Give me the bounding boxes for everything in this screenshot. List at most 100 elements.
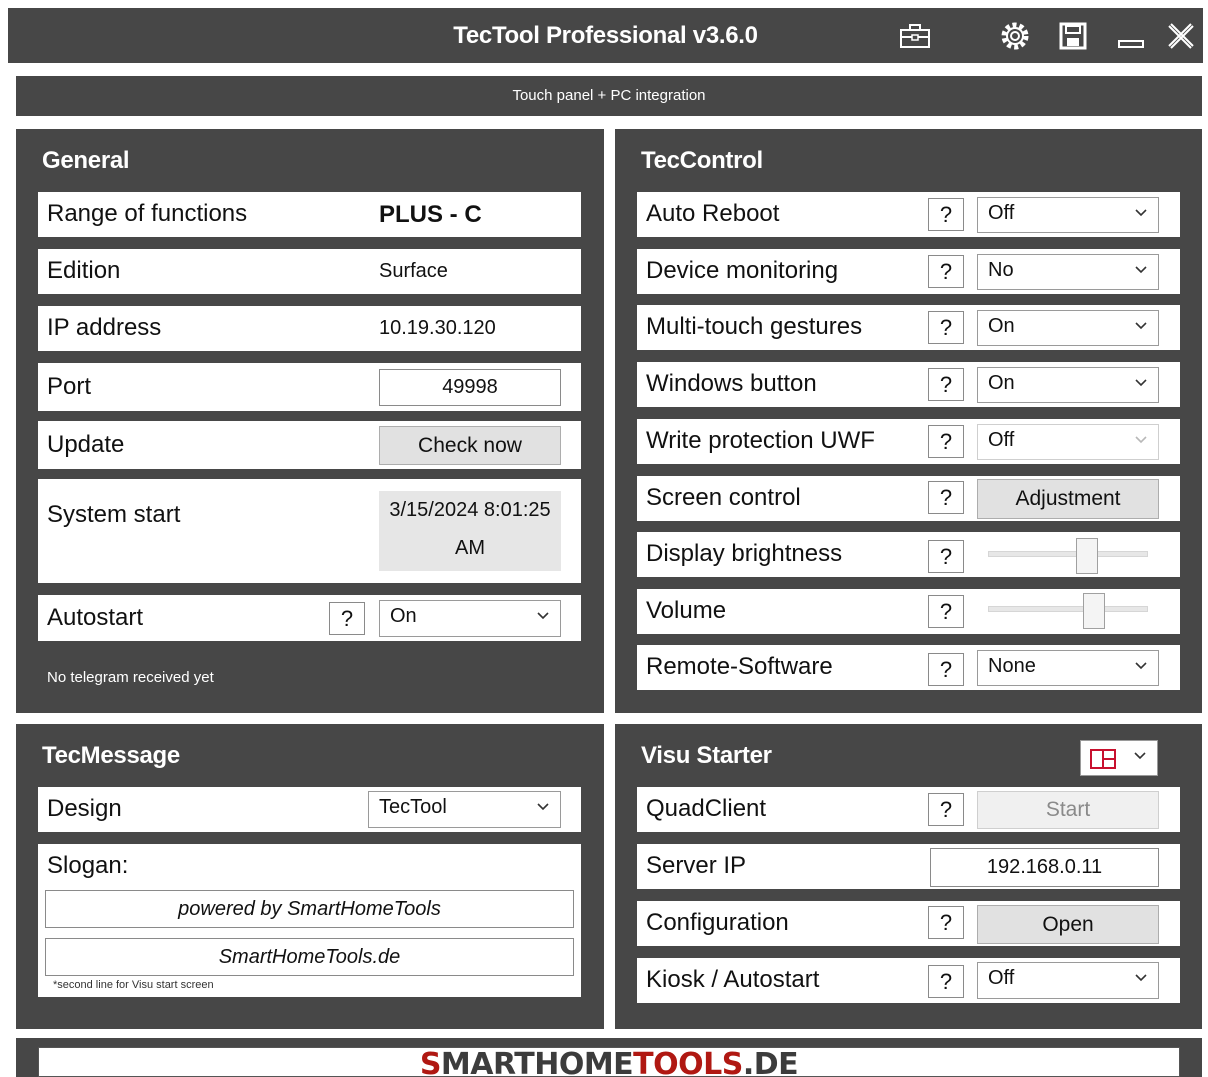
auto-reboot-help-button[interactable]: ? [928, 198, 964, 231]
system-start-ampm: AM [455, 537, 485, 559]
configuration-open-button[interactable]: Open [977, 905, 1159, 944]
configuration-help-button[interactable]: ? [928, 906, 964, 939]
autostart-help-button[interactable]: ? [329, 602, 365, 635]
edition-label: Edition [47, 257, 121, 284]
display-brightness-help-button[interactable]: ? [928, 540, 964, 573]
auto-reboot-value: Off [988, 202, 1015, 224]
volume-slider[interactable] [988, 589, 1148, 629]
port-row: Port 49998 [38, 363, 581, 411]
write-protection-row: Write protection UWF ? Off [637, 419, 1180, 464]
chevron-down-icon [1135, 266, 1147, 274]
volume-help-button[interactable]: ? [928, 595, 964, 628]
device-monitoring-select[interactable]: No [977, 254, 1159, 290]
screen-control-row: Screen control ? Adjustment [637, 476, 1180, 521]
smarthometools-logo[interactable]: SMARTHOMETOOLS.DE [420, 1050, 799, 1077]
slider-thumb[interactable] [1082, 593, 1105, 629]
range-label: Range of functions [47, 200, 248, 227]
brightness-slider[interactable] [988, 534, 1148, 574]
server-ip-label: Server IP [646, 852, 747, 879]
multi-touch-select[interactable]: On [977, 310, 1159, 346]
design-label: Design [47, 795, 122, 822]
edition-value: Surface [379, 260, 448, 282]
kiosk-value: Off [988, 967, 1015, 989]
auto-reboot-select[interactable]: Off [977, 197, 1159, 233]
quadclient-help-button[interactable]: ? [928, 793, 964, 826]
device-monitoring-label: Device monitoring [646, 257, 839, 284]
autostart-select[interactable]: On [379, 600, 561, 637]
remote-software-row: Remote-Software ? None [637, 645, 1180, 690]
chevron-down-icon [537, 803, 549, 811]
screen-control-help-button[interactable]: ? [928, 481, 964, 514]
display-brightness-label: Display brightness [646, 540, 843, 567]
port-label: Port [47, 373, 92, 400]
check-now-button[interactable]: Check now [379, 426, 561, 465]
range-of-functions-row: Range of functions PLUS - C [38, 192, 581, 237]
edition-row: Edition Surface [38, 249, 581, 294]
visu-starter-title: Visu Starter [641, 742, 772, 769]
footer-logo-box: SMARTHOMETOOLS.DE [38, 1047, 1180, 1077]
design-select[interactable]: TecTool [368, 791, 561, 828]
write-protection-select[interactable]: Off [977, 424, 1159, 460]
teccontrol-title: TecControl [641, 147, 763, 174]
screen-control-label: Screen control [646, 484, 801, 511]
slider-thumb[interactable] [1076, 538, 1099, 574]
autostart-label: Autostart [47, 604, 144, 631]
slogan-line2-input[interactable]: SmartHomeTools.de [45, 938, 574, 976]
remote-software-select[interactable]: None [977, 650, 1159, 686]
kiosk-select[interactable]: Off [977, 962, 1159, 999]
kiosk-help-button[interactable]: ? [928, 965, 964, 998]
chevron-down-icon [1135, 436, 1147, 444]
slogan-section: Slogan: powered by SmartHomeTools SmartH… [38, 844, 581, 997]
autostart-row: Autostart ? On [38, 595, 581, 641]
subtitle-bar: Touch panel + PC integration [16, 76, 1202, 116]
auto-reboot-label: Auto Reboot [646, 200, 780, 227]
quadclient-start-button[interactable]: Start [977, 791, 1159, 829]
general-panel: General Range of functions PLUS - C Edit… [16, 129, 604, 713]
volume-label: Volume [646, 597, 727, 624]
toolbox-icon[interactable] [898, 20, 932, 52]
slogan-line1-input[interactable]: powered by SmartHomeTools [45, 890, 574, 928]
multi-touch-row: Multi-touch gestures ? On [637, 305, 1180, 350]
update-row: Update Check now [38, 421, 581, 469]
remote-software-help-button[interactable]: ? [928, 653, 964, 686]
remote-software-label: Remote-Software [646, 653, 833, 680]
layout-select[interactable] [1080, 740, 1158, 776]
volume-row: Volume ? [637, 589, 1180, 634]
multi-touch-value: On [988, 315, 1015, 337]
device-monitoring-value: No [988, 259, 1014, 281]
server-ip-input[interactable]: 192.168.0.11 [930, 848, 1159, 887]
minimize-icon[interactable] [1114, 20, 1148, 52]
windows-button-help-button[interactable]: ? [928, 368, 964, 401]
device-monitoring-row: Device monitoring ? No [637, 249, 1180, 294]
close-icon[interactable] [1164, 20, 1198, 52]
slider-track [988, 606, 1148, 612]
ip-value: 10.19.30.120 [379, 317, 496, 339]
adjustment-button[interactable]: Adjustment [977, 479, 1159, 519]
slider-track [988, 551, 1148, 557]
kiosk-row: Kiosk / Autostart ? Off [637, 958, 1180, 1003]
server-ip-row: Server IP 192.168.0.11 [637, 844, 1180, 889]
design-value: TecTool [379, 796, 447, 818]
remote-software-value: None [988, 655, 1036, 677]
write-protection-label: Write protection UWF [646, 427, 875, 454]
auto-reboot-row: Auto Reboot ? Off [637, 192, 1180, 237]
device-monitoring-help-button[interactable]: ? [928, 255, 964, 288]
save-icon[interactable] [1056, 20, 1090, 52]
write-protection-help-button[interactable]: ? [928, 425, 964, 458]
chevron-down-icon [1135, 974, 1147, 982]
configuration-label: Configuration [646, 909, 789, 936]
system-start-value: 3/15/2024 8:01:25 AM [379, 491, 561, 571]
windows-button-label: Windows button [646, 370, 817, 397]
write-protection-value: Off [988, 429, 1015, 451]
windows-button-select[interactable]: On [977, 367, 1159, 403]
slogan-label: Slogan: [47, 852, 129, 879]
display-brightness-row: Display brightness ? [637, 532, 1180, 577]
teccontrol-panel: TecControl Auto Reboot ? Off Device moni… [615, 129, 1202, 713]
port-input[interactable]: 49998 [379, 369, 561, 406]
tecmessage-title: TecMessage [42, 742, 180, 769]
quadclient-row: QuadClient ? Start [637, 787, 1180, 832]
multi-touch-help-button[interactable]: ? [928, 311, 964, 344]
system-start-row: System start 3/15/2024 8:01:25 AM [38, 479, 581, 583]
gear-icon[interactable] [998, 20, 1032, 52]
chevron-down-icon [1135, 322, 1147, 330]
